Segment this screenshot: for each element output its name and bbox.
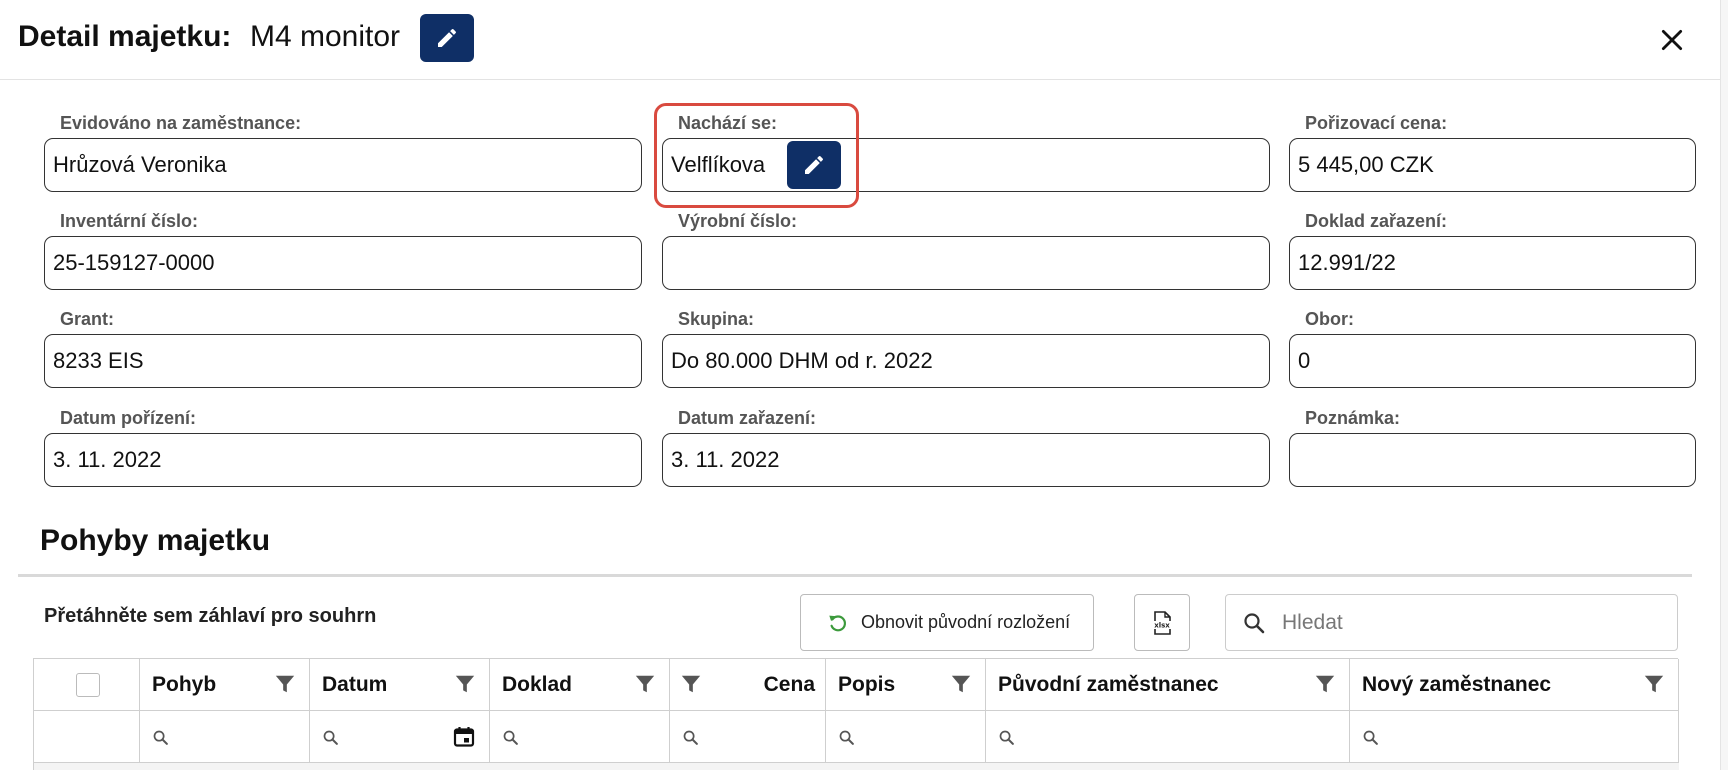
serial-number-field[interactable] [662, 236, 1270, 290]
refresh-icon [829, 614, 847, 631]
field-of-study-field[interactable]: 0 [1289, 334, 1696, 388]
purchase-date-field[interactable]: 3. 11. 2022 [44, 433, 642, 487]
column-header-popis[interactable]: Popis [826, 659, 986, 711]
note-field[interactable] [1289, 433, 1696, 487]
pencil-icon [438, 28, 457, 47]
inventory-number-field[interactable]: 25-159127-0000 [44, 236, 642, 290]
filter-icon[interactable] [274, 673, 296, 695]
employee-field[interactable]: Hrůzová Veronika [44, 138, 642, 192]
reset-layout-label: Obnovit původní rozložení [861, 612, 1071, 632]
group-field[interactable]: Do 80.000 DHM od r. 2022 [662, 334, 1270, 388]
location-value: Velflíkova [671, 152, 766, 177]
close-icon [1661, 29, 1683, 51]
pencil-icon [805, 155, 824, 174]
movements-title: Pohyby majetku [40, 524, 271, 557]
edit-name-button[interactable] [420, 14, 474, 62]
inventory-number-label: Inventární číslo: [60, 211, 199, 231]
location-label: Nachází se: [678, 113, 778, 133]
movements-grid: Pohyb Datum Doklad Cena Popis Původní za… [33, 658, 1679, 770]
location-field[interactable]: Velflíkova [662, 138, 1270, 192]
purchase-date-label: Datum pořízení: [60, 408, 197, 428]
search-input[interactable] [1282, 610, 1642, 635]
purchase-price-field[interactable]: 5 445,00 CZK [1289, 138, 1696, 192]
edit-location-button[interactable] [787, 141, 841, 189]
export-xlsx-button[interactable]: xlsx [1134, 594, 1190, 651]
select-all-cell [34, 659, 140, 711]
search-icon [153, 730, 168, 745]
filter-icon[interactable] [680, 673, 702, 695]
background-edge [1720, 0, 1728, 770]
filter-cell-empty [34, 711, 140, 763]
column-label: Pohyb [152, 673, 217, 696]
search-icon [1363, 730, 1378, 745]
filter-icon[interactable] [950, 673, 972, 695]
column-label: Původní zaměstnanec [998, 673, 1219, 696]
group-label: Skupina: [678, 309, 755, 329]
search-icon [503, 730, 518, 745]
filter-cell-pohyb[interactable] [140, 711, 310, 763]
grant-label: Grant: [60, 309, 114, 329]
filter-cell-new-employee[interactable] [1350, 711, 1679, 763]
purchase-price-label: Pořizovací cena: [1305, 113, 1448, 133]
filter-icon[interactable] [1643, 673, 1665, 695]
column-label: Cena [763, 673, 815, 696]
dialog-header: Detail majetku: M4 monitor [0, 0, 1720, 80]
column-label: Doklad [502, 673, 573, 696]
column-label: Popis [838, 673, 896, 696]
filter-cell-datum[interactable] [310, 711, 490, 763]
column-label: Nový zaměstnanec [1362, 673, 1552, 696]
close-button[interactable] [1650, 18, 1694, 62]
xlsx-export-icon: xlsx [1150, 610, 1174, 635]
column-header-original-employee[interactable]: Původní zaměstnanec [986, 659, 1350, 711]
calendar-icon[interactable] [452, 725, 476, 749]
employee-label: Evidováno na zaměstnance: [60, 113, 302, 133]
entry-date-label: Datum zařazení: [678, 408, 817, 428]
search-icon [1244, 612, 1265, 633]
grid-header-row: Pohyb Datum Doklad Cena Popis Původní za… [34, 659, 1679, 711]
grid-search[interactable] [1225, 594, 1678, 651]
field-of-study-label: Obor: [1305, 309, 1354, 329]
grid-body-edge [34, 763, 1679, 770]
group-panel[interactable]: Přetáhněte sem záhlaví pro souhrn [44, 605, 376, 628]
grid-filter-row [34, 711, 1679, 763]
column-header-new-employee[interactable]: Nový zaměstnanec [1350, 659, 1679, 711]
filter-icon[interactable] [634, 673, 656, 695]
grant-field[interactable]: 8233 EIS [44, 334, 642, 388]
filter-cell-doklad[interactable] [490, 711, 670, 763]
asset-detail-dialog: Detail majetku: M4 monitor Evidováno na … [0, 0, 1728, 770]
search-icon [323, 730, 338, 745]
column-header-doklad[interactable]: Doklad [490, 659, 670, 711]
column-header-pohyb[interactable]: Pohyb [140, 659, 310, 711]
section-divider [18, 574, 1692, 577]
filter-cell-popis[interactable] [826, 711, 986, 763]
select-all-checkbox[interactable] [76, 673, 100, 697]
search-icon [999, 730, 1014, 745]
serial-number-label: Výrobní číslo: [678, 211, 798, 231]
filter-cell-original-employee[interactable] [986, 711, 1350, 763]
column-header-cena[interactable]: Cena [670, 659, 826, 711]
filter-cell-cena[interactable] [670, 711, 826, 763]
search-icon [839, 730, 854, 745]
filter-icon[interactable] [1314, 673, 1336, 695]
note-label: Poznámka: [1305, 408, 1401, 428]
svg-text:xlsx: xlsx [1154, 621, 1170, 629]
reset-layout-button[interactable]: Obnovit původní rozložení [800, 594, 1094, 651]
column-label: Datum [322, 673, 388, 696]
dialog-title-label: Detail majetku: [18, 20, 232, 53]
column-header-datum[interactable]: Datum [310, 659, 490, 711]
entry-date-field[interactable]: 3. 11. 2022 [662, 433, 1270, 487]
search-icon [683, 730, 698, 745]
filter-icon[interactable] [454, 673, 476, 695]
entry-document-label: Doklad zařazení: [1305, 211, 1448, 231]
entry-document-field[interactable]: 12.991/22 [1289, 236, 1696, 290]
dialog-title-value: M4 monitor [250, 20, 401, 53]
